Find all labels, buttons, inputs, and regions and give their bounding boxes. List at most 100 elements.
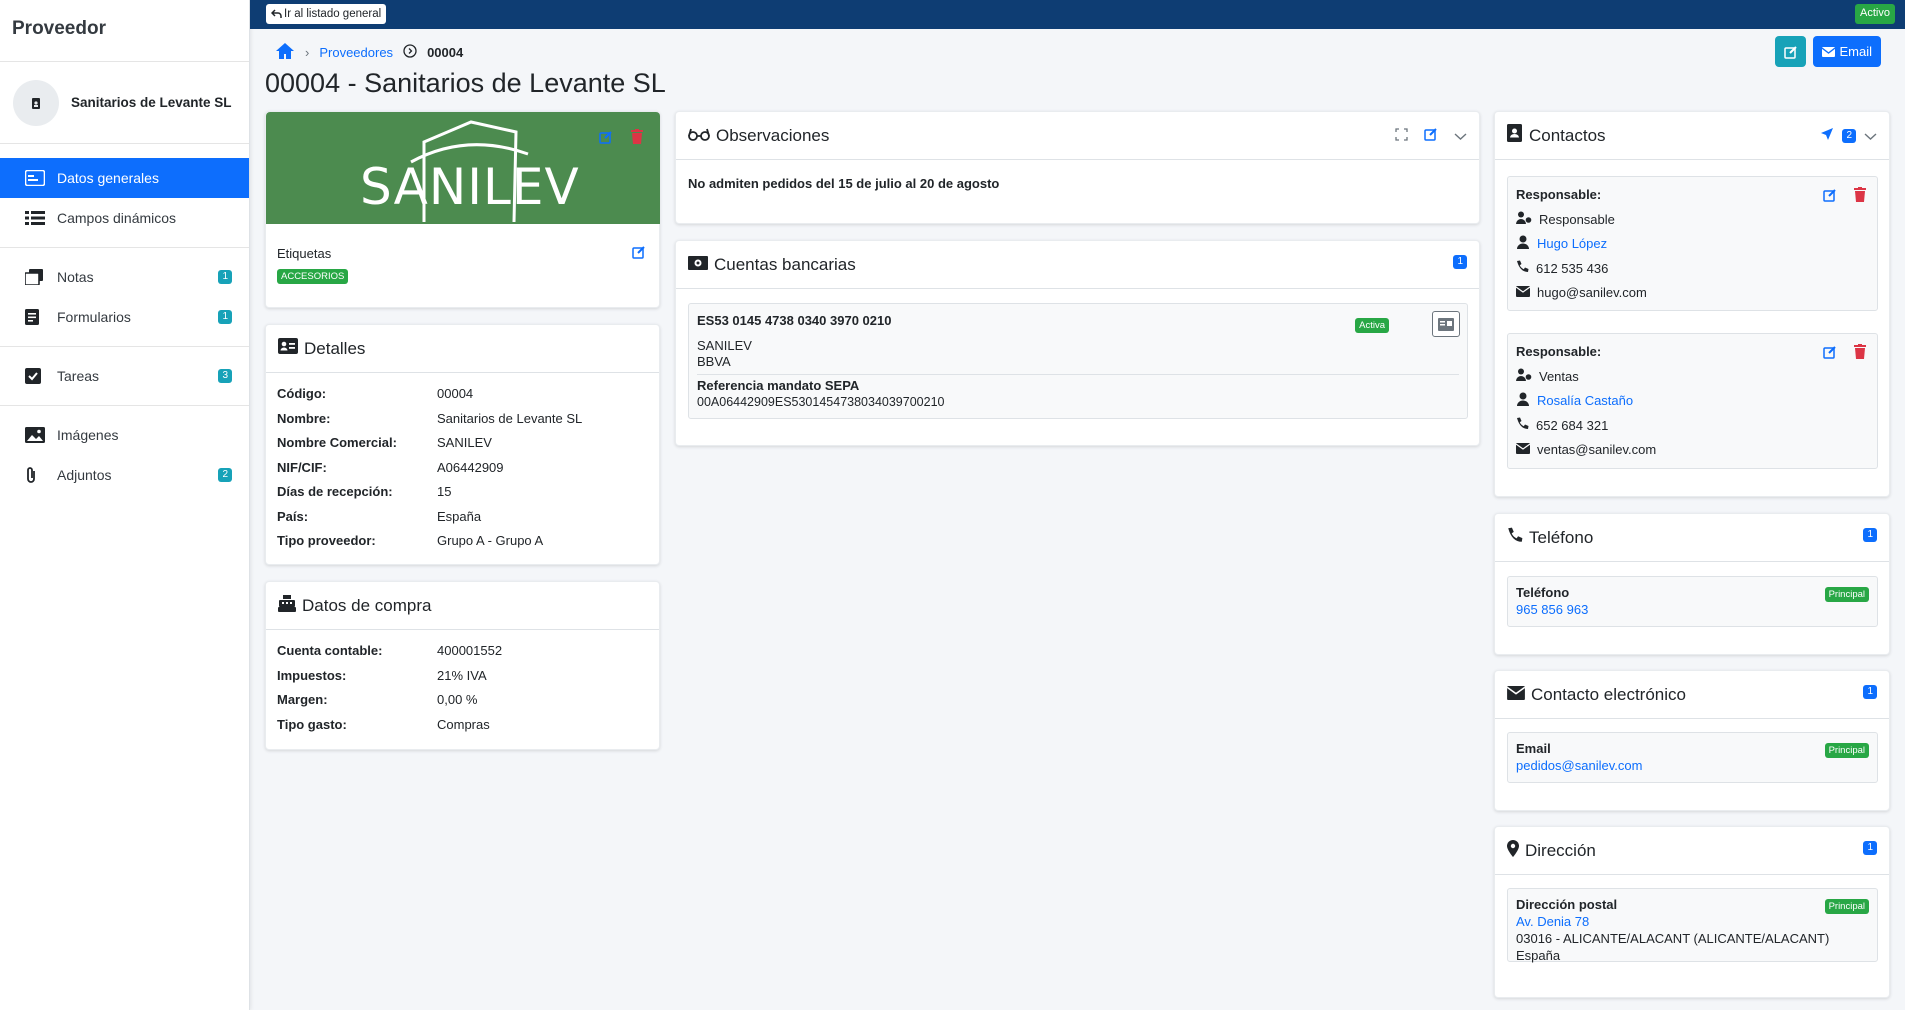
contact-heading: Responsable: <box>1516 187 1602 202</box>
expand-icon[interactable] <box>1395 126 1408 146</box>
detail-key: Margen: <box>277 692 328 707</box>
contactos-card: Contactos 2 Responsable: Responsable Hug… <box>1494 111 1890 497</box>
phone-link[interactable]: 965 856 963 <box>1516 602 1588 617</box>
glasses-icon <box>688 126 710 146</box>
sidebar-item-tareas[interactable]: Tareas 3 <box>0 356 249 396</box>
contact-item: Responsable: Responsable Hugo López 612 … <box>1507 176 1878 311</box>
trash-icon[interactable] <box>1854 344 1866 362</box>
contact-phone-row: 652 684 321 <box>1516 413 1869 438</box>
contact-item: Responsable: Ventas Rosalía Castaño 652 … <box>1507 333 1878 469</box>
count-badge: 1 <box>1863 685 1877 699</box>
contact-name-link[interactable]: Hugo López <box>1537 236 1607 251</box>
status-badge: Activo <box>1855 4 1895 24</box>
chevron-down-icon[interactable] <box>1864 126 1877 146</box>
envelope-icon <box>1515 285 1531 300</box>
sidebar-divider <box>0 346 249 347</box>
count-badge: 1 <box>218 310 232 324</box>
observaciones-title: Observaciones <box>716 125 830 145</box>
contact-email: ventas@sanilev.com <box>1537 442 1657 458</box>
detail-row: Nombre: Sanitarios de Levante SL <box>277 407 648 432</box>
supplier-logo: SANILEV <box>266 112 660 224</box>
logo-brand-text: SANILEV <box>360 158 580 216</box>
electronico-header: Contacto electrónico 1 <box>1495 671 1889 719</box>
detalles-body: Código: 00004 Nombre: Sanitarios de Levant… <box>266 373 659 563</box>
phone-icon <box>1507 527 1523 548</box>
email-link[interactable]: pedidos@sanilev.com <box>1516 758 1642 773</box>
email-label: Email <box>1516 741 1551 756</box>
breadcrumb-proveedores-link[interactable]: Proveedores <box>319 45 393 60</box>
sidebar-divider <box>0 247 249 248</box>
sidebar-item-datos-generales[interactable]: Datos generales <box>0 158 249 198</box>
observaciones-header: Observaciones <box>676 112 1479 160</box>
breadcrumb: › Proveedores 00004 <box>275 42 463 63</box>
detail-value: 0,00 % <box>437 692 478 707</box>
bank-details-button[interactable] <box>1432 311 1460 337</box>
principal-badge: Principal <box>1824 743 1869 758</box>
edit-tags-icon[interactable] <box>632 245 646 262</box>
edit-icon[interactable] <box>1424 126 1438 146</box>
detalles-card: Detalles Código: 00004 Nombre: Sanitarios … <box>265 324 660 565</box>
edit-button[interactable] <box>1775 36 1807 67</box>
bank-name: BBVA <box>697 354 731 369</box>
bank-holder: SANILEV <box>697 338 752 353</box>
detail-key: Tipo proveedor: <box>277 533 376 548</box>
address-street-link[interactable]: Av. Denia 78 <box>1516 913 1869 930</box>
envelope-icon <box>1515 442 1531 457</box>
telefono-card: Teléfono 1 Teléfono 965 856 963 Principa… <box>1494 513 1890 655</box>
paperclip-icon <box>25 466 57 484</box>
avatar <box>13 79 59 126</box>
sidebar-item-adjuntos[interactable]: Adjuntos 2 <box>0 455 249 495</box>
sidebar: Proveedor Sanitarios de Levante SL Datos… <box>0 0 250 1010</box>
detail-value: SANILEV <box>437 435 492 450</box>
sidebar-item-label: Imágenes <box>57 427 119 443</box>
principal-badge: Principal <box>1824 587 1869 602</box>
detail-row: Cuenta contable: 400001552 <box>277 639 648 664</box>
datos-compra-header: Datos de compra <box>266 582 659 630</box>
sidebar-item-label: Tareas <box>57 368 100 384</box>
address-book-icon <box>1507 124 1523 147</box>
back-to-list-button[interactable]: Ir al listado general <box>266 4 387 24</box>
datos-compra-title: Datos de compra <box>302 595 432 615</box>
address-country: España <box>1516 948 1561 963</box>
cuentas-bancarias-card: Cuentas bancarias 1 ES53 0145 4738 0340 … <box>675 240 1480 446</box>
detail-value: Compras <box>437 716 490 732</box>
detalles-header: Detalles <box>266 325 659 373</box>
detail-row: Días de recepción: 15 <box>277 480 648 505</box>
header-actions: Email <box>1775 36 1881 67</box>
envelope-icon <box>1506 685 1526 705</box>
detail-key: Impuestos: <box>277 667 347 683</box>
contactos-header: Contactos 2 <box>1495 112 1889 160</box>
direccion-title: Dirección <box>1525 840 1596 860</box>
home-icon[interactable] <box>275 42 295 63</box>
count-badge: 2 <box>218 468 232 482</box>
user-icon <box>1516 235 1530 252</box>
electronico-title: Contacto electrónico <box>1531 684 1686 704</box>
trash-icon[interactable] <box>631 129 643 147</box>
edit-icon[interactable] <box>1823 188 1837 205</box>
email-button[interactable]: Email <box>1813 36 1881 67</box>
sidebar-title: Proveedor <box>0 0 249 62</box>
edit-icon[interactable] <box>1823 345 1837 362</box>
detail-row: País: España <box>277 505 648 530</box>
sidebar-item-imagenes[interactable]: Imágenes <box>0 415 249 455</box>
sidebar-item-formularios[interactable]: Formularios 1 <box>0 297 249 337</box>
top-bar: Ir al listado general Activo <box>250 0 1905 29</box>
notes-icon <box>25 269 57 285</box>
sidebar-item-campos-dinamicos[interactable]: Campos dinámicos <box>0 198 249 238</box>
address-label: Dirección postal <box>1516 897 1618 912</box>
contact-name-link[interactable]: Rosalía Castaño <box>1537 393 1633 408</box>
detail-key: País: <box>277 508 309 524</box>
edit-image-icon[interactable] <box>599 130 613 147</box>
detail-row: Tipo proveedor: Grupo A - Grupo A <box>277 529 648 554</box>
datos-compra-card: Datos de compra Cuenta contable: 40000155… <box>265 581 660 750</box>
detail-value: 400001552 <box>437 643 503 658</box>
contact-email-row: ventas@sanilev.com <box>1515 438 1869 463</box>
detail-row: Impuestos: 21% IVA <box>277 664 648 689</box>
detalles-title: Detalles <box>304 338 366 358</box>
sepa-label: Referencia mandato SEPA <box>697 378 860 393</box>
chevron-down-icon[interactable] <box>1454 126 1467 146</box>
sidebar-item-notas[interactable]: Notas 1 <box>0 257 249 297</box>
trash-icon[interactable] <box>1854 187 1866 205</box>
contact-email-row: hugo@sanilev.com <box>1515 281 1869 306</box>
send-icon[interactable] <box>1820 126 1834 146</box>
